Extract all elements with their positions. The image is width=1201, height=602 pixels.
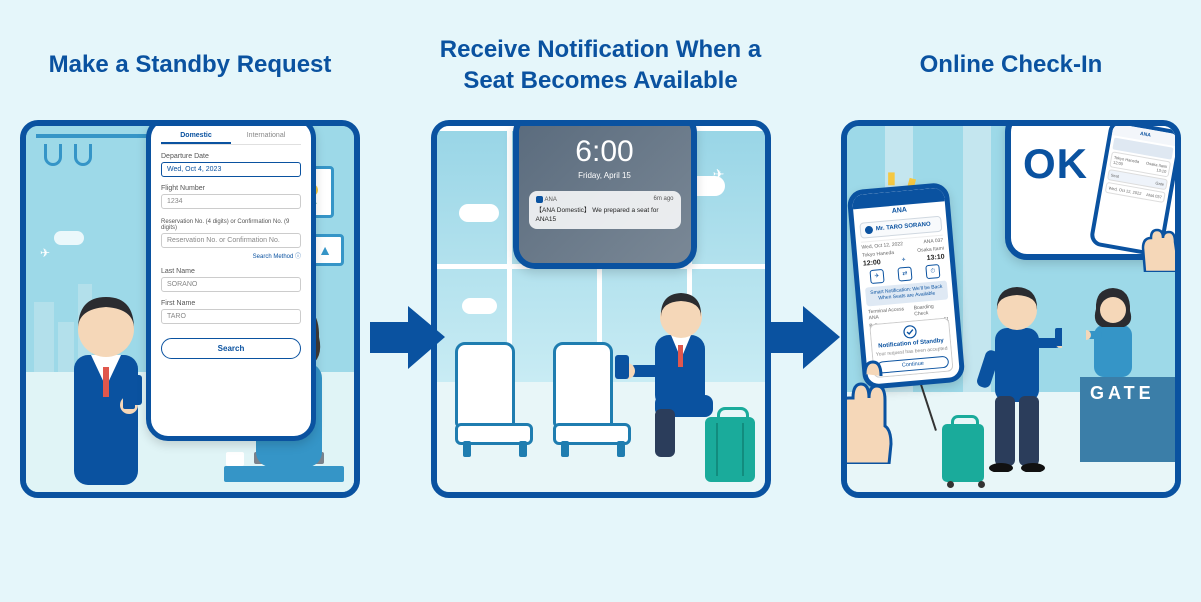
plane-icon: ✈ (40, 246, 50, 260)
gate-agent-icon (1086, 277, 1140, 377)
last-name-label: Last Name (161, 268, 301, 275)
hand-icon (1139, 222, 1181, 272)
notif-time: 6m ago (653, 196, 673, 203)
flight-number-field[interactable]: 1234 (161, 194, 301, 209)
arrow-right-icon (370, 300, 445, 375)
first-name-field[interactable]: TARO (161, 309, 301, 324)
arrow-right-icon (765, 300, 840, 375)
step3-title: Online Check-In (920, 30, 1103, 100)
step1-title: Make a Standby Request (49, 30, 332, 100)
ok-bubble: OK ANA Tokyo HanedaOsaka Itami 12:0013:1… (1005, 120, 1181, 260)
step3-scene: GATE (841, 120, 1181, 498)
tab-international[interactable]: International (231, 129, 301, 144)
person-seated-icon (603, 277, 723, 457)
step2-title: Receive Notification When a Seat Becomes… (431, 30, 771, 100)
person-traveler-icon (977, 272, 1062, 472)
ok-label: OK (1023, 140, 1088, 188)
notif-body: 【ANA Domestic】 We prepared a seat for AN… (536, 207, 674, 224)
search-button[interactable]: Search (161, 338, 301, 359)
clock-icon[interactable]: ⏱ (925, 264, 940, 279)
notif-app: ANA (536, 196, 557, 203)
passenger-name: Mr. TARO SORANO (876, 222, 931, 233)
plane-icon: ✈ (713, 166, 725, 183)
dep-date-label: Departure Date (161, 153, 301, 160)
lock-date: Friday, April 15 (519, 171, 691, 180)
step2-lockscreen: 6:00 Friday, April 15 ANA 6m ago 【ANA Do… (513, 120, 697, 269)
step-2: Receive Notification When a Seat Becomes… (431, 30, 771, 498)
step1-phone-form: Domestic International Departure Date We… (146, 120, 316, 441)
sparkle-icon: ▮ (887, 168, 896, 188)
res-label: Reservation No. (4 digits) or Confirmati… (161, 219, 301, 231)
flight-number-label: Flight Number (161, 185, 301, 192)
dep-date-field[interactable]: Wed, Oct 4, 2023 (161, 162, 301, 177)
res-field[interactable]: Reservation No. or Confirmation No. (161, 233, 301, 248)
person-commuter-icon (56, 257, 156, 492)
step1-scene: ✈ ▲ (20, 120, 360, 498)
swap-icon[interactable]: ⇄ (897, 266, 912, 281)
step-3: Online Check-In GATE (841, 30, 1181, 498)
last-name-field[interactable]: SORANO (161, 277, 301, 292)
search-method-link[interactable]: Search Method ⓘ (161, 251, 301, 260)
notification-card[interactable]: ANA 6m ago 【ANA Domestic】 We prepared a … (529, 191, 681, 229)
step2-scene: ✈ (431, 120, 771, 498)
first-name-label: First Name (161, 300, 301, 307)
step3-app-phone: ANA Mr. TARO SORANO Wed, Oct 12, 2022 AN… (841, 186, 961, 456)
hand-icon (841, 354, 895, 464)
lock-time: 6:00 (519, 135, 691, 169)
gate-desk: GATE (1080, 377, 1175, 462)
flight-icon[interactable]: ✈ (869, 269, 884, 284)
tab-domestic[interactable]: Domestic (161, 129, 231, 144)
step-1: Make a Standby Request ✈ ▲ (20, 30, 360, 498)
